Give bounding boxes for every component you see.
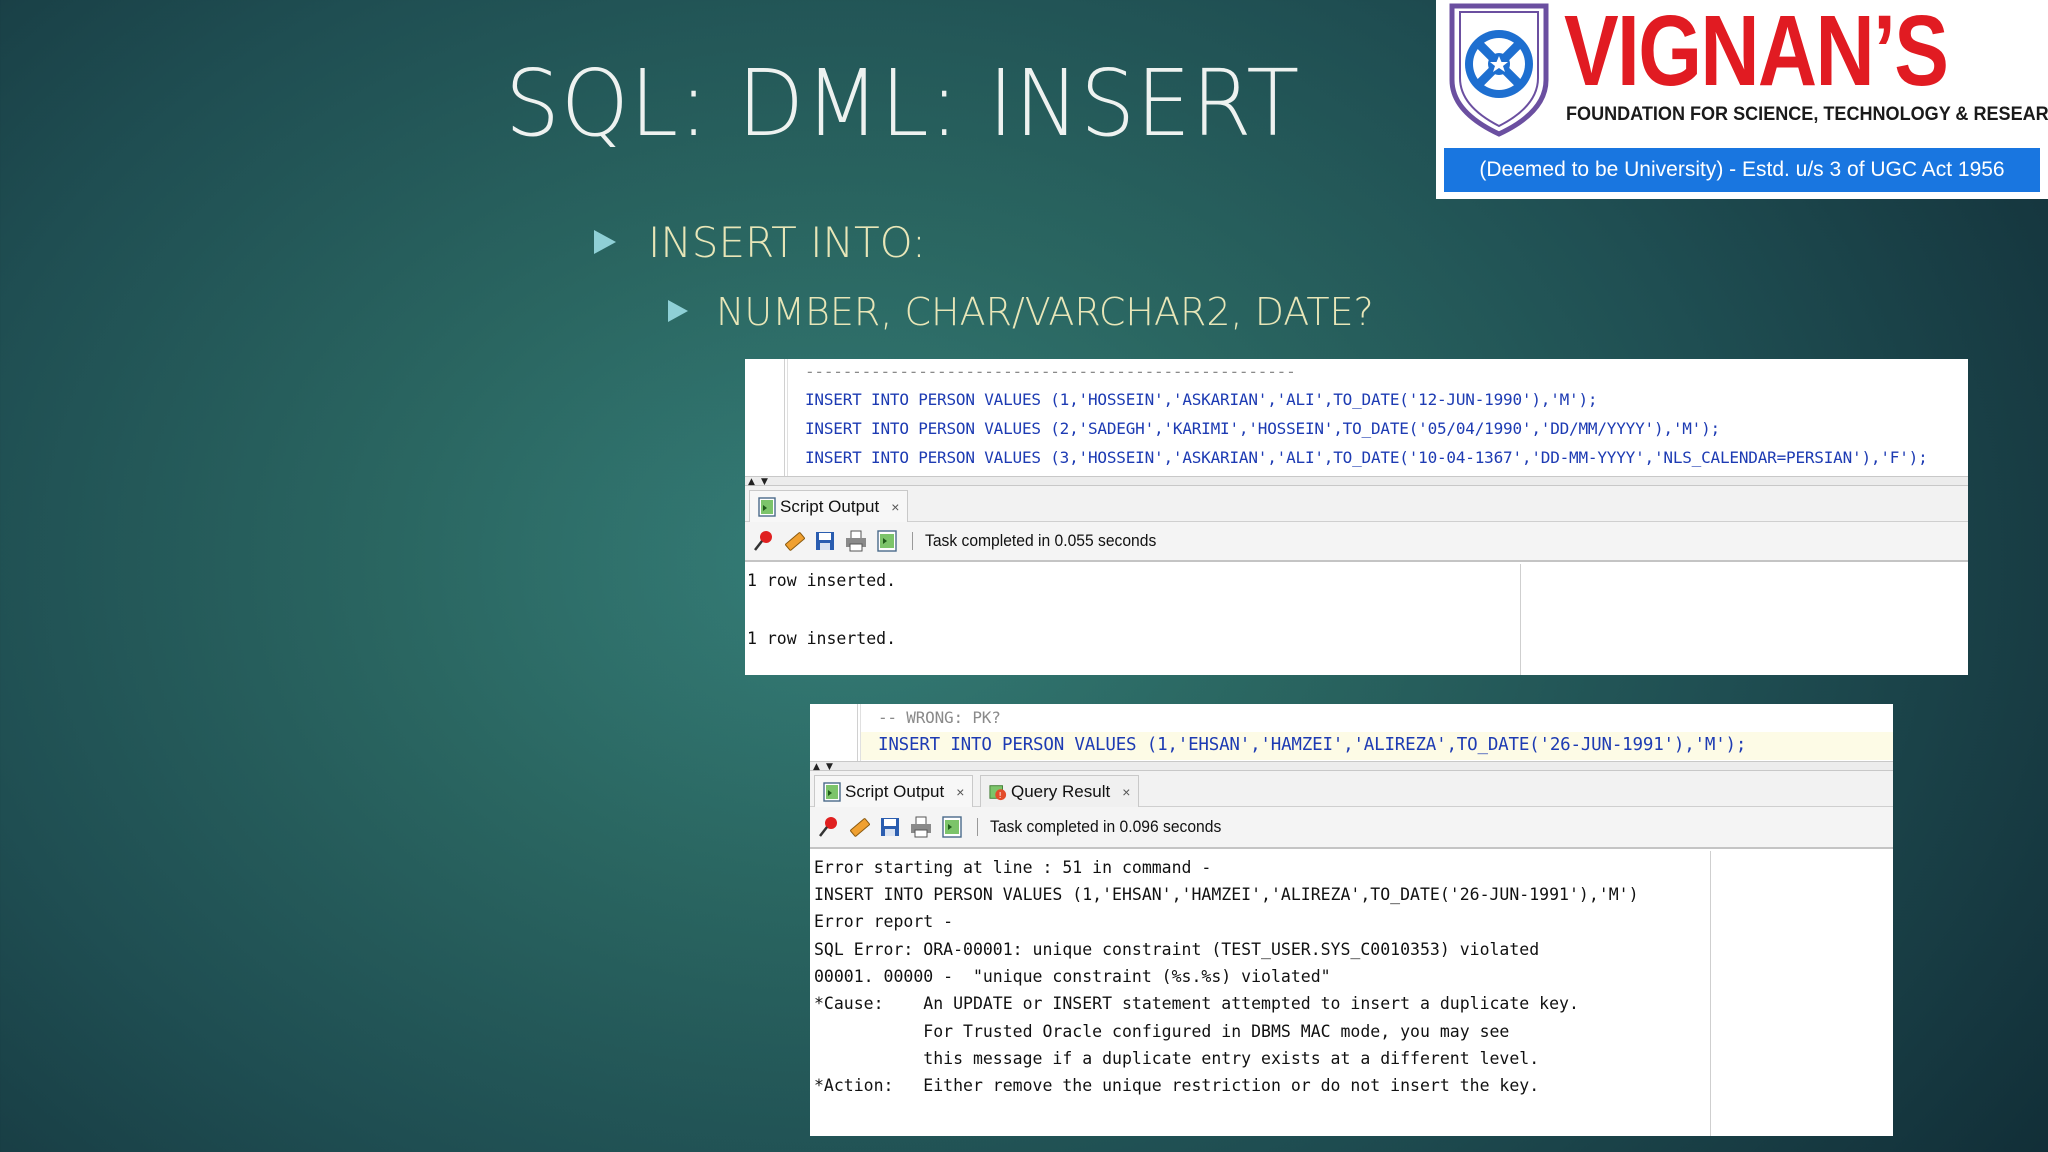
logo-banner: (Deemed to be University) - Estd. u/s 3 … bbox=[1444, 148, 2040, 192]
splitter-down-icon[interactable]: ▼ bbox=[826, 763, 833, 772]
output-tabbar: Script Output × bbox=[745, 486, 1968, 522]
sql-developer-panel-2: -- WRONG: PK? INSERT INTO PERSON VALUES … bbox=[810, 704, 1893, 1136]
editor-gutter bbox=[745, 359, 785, 476]
save-icon[interactable] bbox=[878, 815, 902, 839]
print-icon[interactable] bbox=[909, 815, 933, 839]
splitter-up-icon[interactable]: ▲ bbox=[748, 478, 755, 487]
code-line-1[interactable]: INSERT INTO PERSON VALUES (1,'HOSSEIN','… bbox=[805, 390, 1598, 409]
code-line-2[interactable]: INSERT INTO PERSON VALUES (2,'SADEGH','K… bbox=[805, 419, 1720, 438]
script-output-area[interactable]: 1 row inserted. 1 row inserted. bbox=[745, 564, 1968, 675]
eraser-icon[interactable] bbox=[847, 815, 871, 839]
print-icon[interactable] bbox=[844, 529, 868, 553]
code-comment-line: ----------------------------------------… bbox=[805, 362, 1296, 381]
tab-script-output[interactable]: Script Output × bbox=[814, 775, 974, 807]
svg-text:!: ! bbox=[998, 789, 1001, 799]
error-output-line: SQL Error: ORA-00001: unique constraint … bbox=[814, 940, 1540, 959]
output-toolbar: Task completed in 0.055 seconds bbox=[745, 522, 1968, 562]
error-output-line: Error starting at line : 51 in command - bbox=[814, 858, 1212, 877]
task-status: Task completed in 0.055 seconds bbox=[925, 531, 1157, 550]
eraser-icon[interactable] bbox=[782, 529, 806, 553]
code-line-3[interactable]: INSERT INTO PERSON VALUES (3,'HOSSEIN','… bbox=[805, 448, 1928, 467]
error-output-line: 00001. 00000 - "unique constraint (%s.%s… bbox=[814, 967, 1331, 986]
code-comment-line: -- WRONG: PK? bbox=[878, 708, 1001, 727]
output-toolbar: Task completed in 0.096 seconds bbox=[810, 807, 1893, 849]
bullet-triangle-icon bbox=[668, 299, 688, 322]
query-result-icon: ! bbox=[989, 784, 1007, 800]
error-output-line: *Action: Either remove the unique restri… bbox=[814, 1076, 1540, 1095]
error-output-line: For Trusted Oracle configured in DBMS MA… bbox=[814, 1022, 1510, 1041]
sql-worksheet-editor[interactable]: -- WRONG: PK? INSERT INTO PERSON VALUES … bbox=[810, 704, 1893, 761]
logo-brand: VIGNAN’S bbox=[1564, 0, 1949, 107]
logo-subtitle: FOUNDATION FOR SCIENCE, TECHNOLOGY & RES… bbox=[1566, 104, 2048, 125]
splitter-down-icon[interactable]: ▼ bbox=[761, 478, 768, 487]
tab-query-result[interactable]: ! Query Result × bbox=[980, 775, 1140, 807]
splitter-up-icon[interactable]: ▲ bbox=[813, 763, 820, 772]
pane-splitter[interactable]: ▲ ▼ bbox=[745, 476, 1968, 487]
script-output-area[interactable]: Error starting at line : 51 in command -… bbox=[810, 851, 1893, 1136]
shield-emblem-icon bbox=[1449, 3, 1549, 137]
script-output-icon bbox=[823, 781, 841, 802]
university-logo: VIGNAN’S FOUNDATION FOR SCIENCE, TECHNOL… bbox=[1436, 0, 2048, 199]
error-output-line: *Cause: An UPDATE or INSERT statement at… bbox=[814, 994, 1579, 1013]
bullet-triangle-icon bbox=[594, 229, 616, 254]
save-icon[interactable] bbox=[813, 529, 837, 553]
tab-script-output[interactable]: Script Output × bbox=[749, 490, 909, 522]
error-output-line: this message if a duplicate entry exists… bbox=[814, 1049, 1540, 1068]
code-line-1[interactable]: INSERT INTO PERSON VALUES (1,'EHSAN','HA… bbox=[878, 735, 1746, 755]
output-line: 1 row inserted. bbox=[747, 629, 897, 648]
close-icon[interactable]: × bbox=[891, 499, 899, 515]
sql-worksheet-editor[interactable]: ----------------------------------------… bbox=[745, 359, 1968, 476]
script-icon[interactable] bbox=[875, 529, 899, 553]
pin-icon[interactable] bbox=[751, 529, 775, 553]
editor-gutter bbox=[810, 704, 858, 761]
output-line: 1 row inserted. bbox=[747, 571, 897, 590]
script-icon[interactable] bbox=[940, 815, 964, 839]
pin-icon[interactable] bbox=[816, 815, 840, 839]
pane-splitter[interactable]: ▲ ▼ bbox=[810, 761, 1893, 772]
output-tabbar: Script Output × ! Query Result × bbox=[810, 771, 1893, 807]
error-output-line: INSERT INTO PERSON VALUES (1,'EHSAN','HA… bbox=[814, 885, 1639, 904]
sql-developer-panel-1: ----------------------------------------… bbox=[745, 359, 1968, 675]
task-status: Task completed in 0.096 seconds bbox=[990, 817, 1222, 836]
error-output-line: Error report - bbox=[814, 912, 954, 931]
close-icon[interactable]: × bbox=[1122, 784, 1130, 800]
close-icon[interactable]: × bbox=[956, 784, 964, 800]
bullet-insert-into: INSERT INTO: bbox=[594, 218, 926, 267]
script-output-icon bbox=[758, 496, 776, 517]
bullet-datatypes: NUMBER, CHAR/VARCHAR2, DATE? bbox=[668, 290, 1374, 334]
slide-title: SQL: DML: INSERT bbox=[505, 50, 1301, 157]
